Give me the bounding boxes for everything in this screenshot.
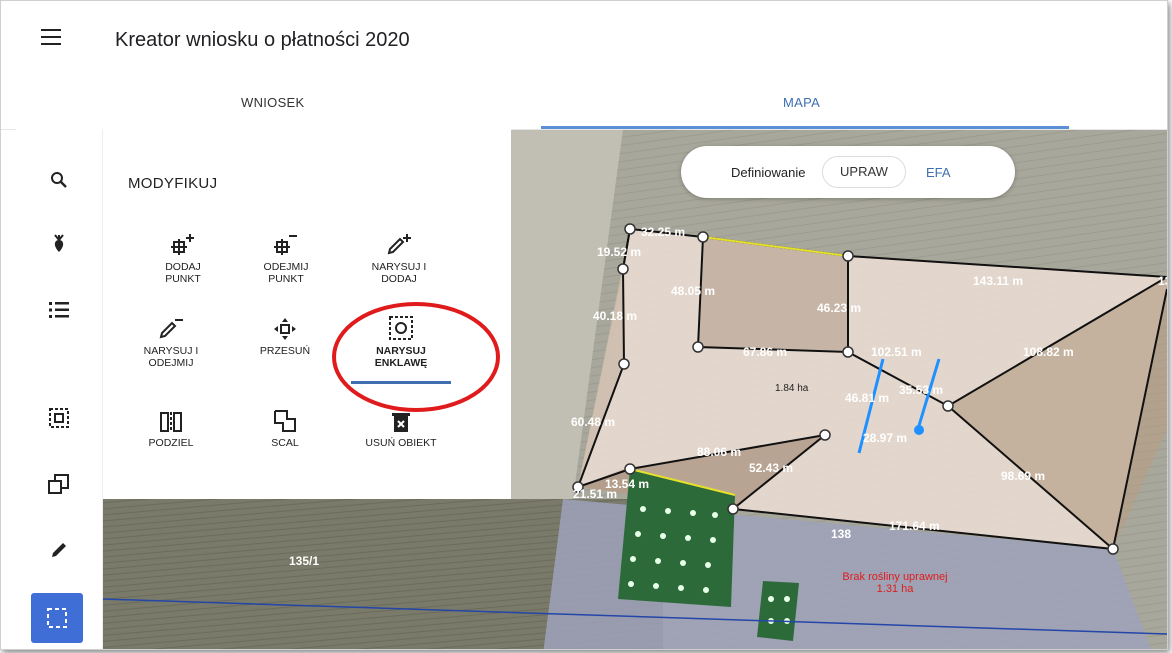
measurement-label: 48.05 m <box>671 284 716 298</box>
list-icon[interactable] <box>42 293 76 327</box>
tool-label: DODAJ PUNKT <box>165 261 201 285</box>
add-point-icon <box>171 234 194 255</box>
left-toolbar <box>16 129 103 649</box>
measurement-label: 28.97 m <box>863 431 908 445</box>
page-title: Kreator wniosku o płatności 2020 <box>115 29 410 51</box>
remove-point-button[interactable]: ODEJMIJ PUNKT <box>231 221 341 285</box>
add-point-button[interactable]: DODAJ PUNKT <box>128 221 238 285</box>
measurement-label: 52.43 m <box>749 461 794 475</box>
split-button[interactable]: PODZIEL <box>116 397 226 449</box>
pencil-plus-icon <box>387 234 411 255</box>
measurement-label: 98.69 m <box>1001 469 1046 483</box>
remove-point-icon <box>274 235 297 255</box>
split-icon <box>160 412 182 432</box>
measurement-label: 19.52 m <box>597 245 642 259</box>
select-area-icon[interactable] <box>42 401 76 435</box>
merge-button[interactable]: SCAL <box>230 397 340 449</box>
tool-label: NARYSUJ I DODAJ <box>371 261 427 285</box>
measurement-label: 171.64 m <box>889 519 940 533</box>
move-icon <box>274 318 296 340</box>
tool-label: ODEJMIJ PUNKT <box>263 261 309 285</box>
tab-wniosek[interactable]: WNIOSEK <box>241 95 305 110</box>
tool-label: PRZESUŃ <box>259 345 311 357</box>
pencil-icon[interactable] <box>42 533 76 567</box>
pencil-minus-icon <box>159 319 183 339</box>
measurement-label: 46.81 m <box>845 391 890 405</box>
toggle-label: Definiowanie <box>731 165 806 180</box>
area-label: 1.84 ha <box>775 383 809 394</box>
app-window: 32.25 m 19.52 m 40.18 m 48.05 m 46.23 m … <box>0 0 1168 650</box>
search-icon[interactable] <box>42 163 76 197</box>
measurement-label: 40.18 m <box>593 309 638 323</box>
app-header: Kreator wniosku o płatności 2020 <box>1 1 1167 83</box>
tool-label: SCAL <box>271 437 299 449</box>
toggle-upraw-button[interactable]: UPRAW <box>822 156 906 188</box>
crop-icon[interactable] <box>42 227 76 261</box>
parcel-label: 138 <box>831 527 852 541</box>
tab-mapa[interactable]: MAPA <box>783 95 820 110</box>
menu-icon[interactable] <box>41 29 61 45</box>
parcel-label: 135/1 <box>289 554 320 568</box>
tool-label: USUŃ OBIEKT <box>365 437 437 449</box>
definition-toggle: Definiowanie UPRAW EFA <box>681 146 1015 198</box>
measurement-label: 139 <box>1158 274 1167 288</box>
panel-title: MODYFIKUJ <box>128 175 218 192</box>
modify-tool-icon[interactable] <box>31 593 83 643</box>
measurement-label: 102.51 m <box>871 345 922 359</box>
tab-bar: WNIOSEK MAPA <box>1 83 1167 130</box>
active-tab-indicator <box>541 126 1069 129</box>
no-crop-warning: Brak rośliny uprawnej 1.31 ha <box>815 571 975 595</box>
toggle-efa-button[interactable]: EFA <box>926 165 951 180</box>
tool-label: PODZIEL <box>148 437 194 449</box>
delete-icon <box>392 413 410 432</box>
tool-label: NARYSUJ I ODEJMIJ <box>143 345 199 369</box>
warning-line2: 1.31 ha <box>876 583 914 595</box>
measurement-label: 67.86 m <box>743 345 788 359</box>
warning-line1: Brak rośliny uprawnej <box>842 571 948 583</box>
draw-and-add-button[interactable]: NARYSUJ I DODAJ <box>344 221 454 285</box>
merge-icon <box>274 410 296 432</box>
highlight-circle-overlay <box>332 302 500 412</box>
measurement-label: 35.53 m <box>899 383 944 397</box>
draw-and-subtract-button[interactable]: NARYSUJ I ODEJMIJ <box>116 305 226 369</box>
measurement-label: 88.06 m <box>697 445 742 459</box>
move-button[interactable]: PRZESUŃ <box>230 305 340 357</box>
measurement-label: 60.48 m <box>571 415 616 429</box>
measurement-label: 108.82 m <box>1023 345 1074 359</box>
measurement-label: 46.23 m <box>817 301 862 315</box>
measurement-label: 143.11 m <box>973 274 1024 288</box>
measurement-label: 21.51 m <box>573 487 618 501</box>
copy-icon[interactable] <box>42 467 76 501</box>
measurement-label: 32.25 m <box>641 225 686 239</box>
selected-vertex[interactable] <box>914 425 924 435</box>
